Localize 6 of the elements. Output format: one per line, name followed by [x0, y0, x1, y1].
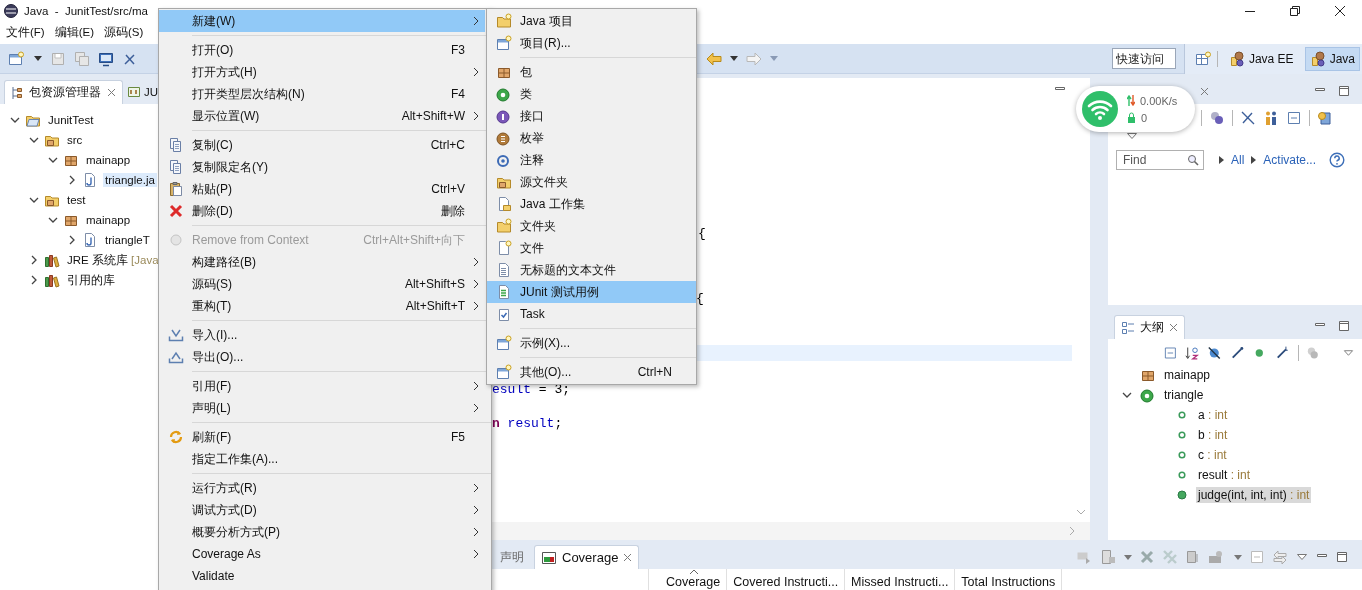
code-line: n result;	[492, 415, 563, 432]
code-line: {	[696, 290, 704, 307]
window-title: Java - JunitTest/src/ma	[24, 5, 148, 17]
code-line: {	[698, 225, 706, 242]
connection-count: 0	[1141, 111, 1148, 124]
network-speed: 0.00K/s	[1140, 94, 1178, 107]
